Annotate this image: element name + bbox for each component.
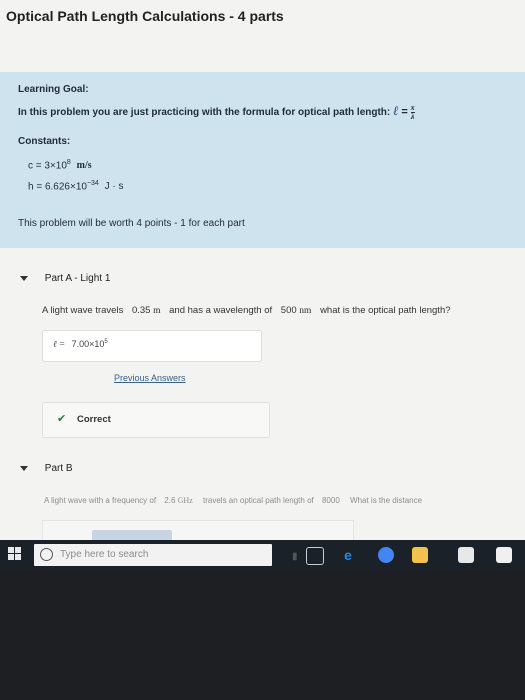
part-b-label: Part B [44, 463, 73, 474]
formula-denominator: λ [410, 111, 415, 121]
formula-fraction: x λ [410, 103, 415, 121]
previous-answers-link[interactable]: Previous Answers [114, 373, 186, 383]
part-b-question: A light wave with a frequency of 2.6 GHz… [44, 496, 422, 505]
answer-value: 7.00×10 [71, 339, 105, 349]
part-a-wavelength-unit: nm [299, 306, 312, 316]
store-icon[interactable] [458, 547, 474, 563]
chrome-icon[interactable] [378, 547, 394, 563]
part-a-label: Part A [44, 273, 72, 284]
constant-c: c = 3×108 m/s [28, 159, 92, 171]
microphone-icon[interactable]: ▮ [292, 551, 298, 562]
cortana-circle-icon [40, 548, 53, 561]
part-b-frequency: 2.6 [164, 496, 176, 505]
part-a-distance: 0.35 [131, 305, 151, 316]
part-b-q3: What is the distance [350, 496, 423, 505]
constant-c-unit: m/s [76, 160, 92, 172]
part-b-frequency-unit: GHz [177, 496, 193, 505]
part-b-opl: 8000 [321, 496, 340, 505]
points-note: This problem will be worth 4 points - 1 … [18, 218, 245, 229]
page-title: Optical Path Length Calculations - 4 par… [6, 8, 284, 24]
part-a-question: A light wave travels 0.35 m and has a wa… [42, 305, 451, 316]
formula-equals: = [401, 106, 408, 118]
edge-icon[interactable]: e [340, 547, 356, 563]
part-b-q2: travels an optical path length of [203, 496, 314, 505]
learning-goal-intro: In this problem you are just practicing … [18, 103, 415, 121]
taskbar: Type here to search ▮ e [0, 540, 525, 570]
correct-label: Correct [77, 414, 111, 425]
learning-goal-heading: Learning Goal: [18, 84, 89, 95]
windows-start-icon[interactable] [8, 547, 22, 561]
browser-content: Optical Path Length Calculations - 4 par… [0, 0, 525, 565]
constant-c-exponent: 8 [66, 159, 71, 166]
part-a-distance-unit: m [153, 306, 161, 316]
part-a-q3: what is the optical path length? [320, 305, 451, 316]
collapse-triangle-icon[interactable] [20, 465, 28, 471]
file-explorer-icon[interactable] [412, 547, 428, 563]
learning-goal-panel: Learning Goal: In this problem you are j… [0, 72, 525, 248]
constant-h-exponent: −34 [86, 180, 99, 187]
learning-goal-intro-text: In this problem you are just practicing … [18, 107, 391, 118]
part-a-sublabel: - Light 1 [74, 273, 111, 284]
constant-h: h = 6.626×10−34 J · s [28, 180, 124, 192]
part-b-header[interactable]: Part B [20, 463, 73, 474]
answer-symbol: ℓ = [53, 339, 66, 349]
checkmark-icon: ✔ [57, 413, 67, 425]
part-a-q1: A light wave travels [42, 305, 124, 316]
constant-h-value: h = 6.626×10 [28, 181, 87, 193]
constants-heading: Constants: [18, 136, 71, 147]
constant-c-value: c = 3×10 [28, 160, 67, 172]
mail-icon[interactable] [496, 547, 512, 563]
collapse-triangle-icon[interactable] [20, 275, 28, 281]
part-a-header[interactable]: Part A - Light 1 [20, 273, 110, 284]
search-placeholder: Type here to search [60, 549, 149, 560]
part-a-answer: ℓ = 7.00×105 [53, 339, 108, 349]
part-a-answer-field[interactable]: ℓ = 7.00×105 [42, 330, 262, 362]
part-a-q2: and has a wavelength of [169, 305, 273, 316]
formula-lhs: ℓ [393, 103, 399, 118]
constant-h-unit: J · s [104, 181, 124, 193]
part-b-q1: A light wave with a frequency of [44, 496, 157, 505]
correct-feedback: ✔ Correct [42, 402, 270, 438]
answer-exponent: 5 [104, 339, 108, 345]
part-a-wavelength: 500 [280, 305, 297, 316]
task-view-icon[interactable] [306, 547, 324, 565]
taskbar-search-box[interactable]: Type here to search ▮ [34, 544, 298, 566]
